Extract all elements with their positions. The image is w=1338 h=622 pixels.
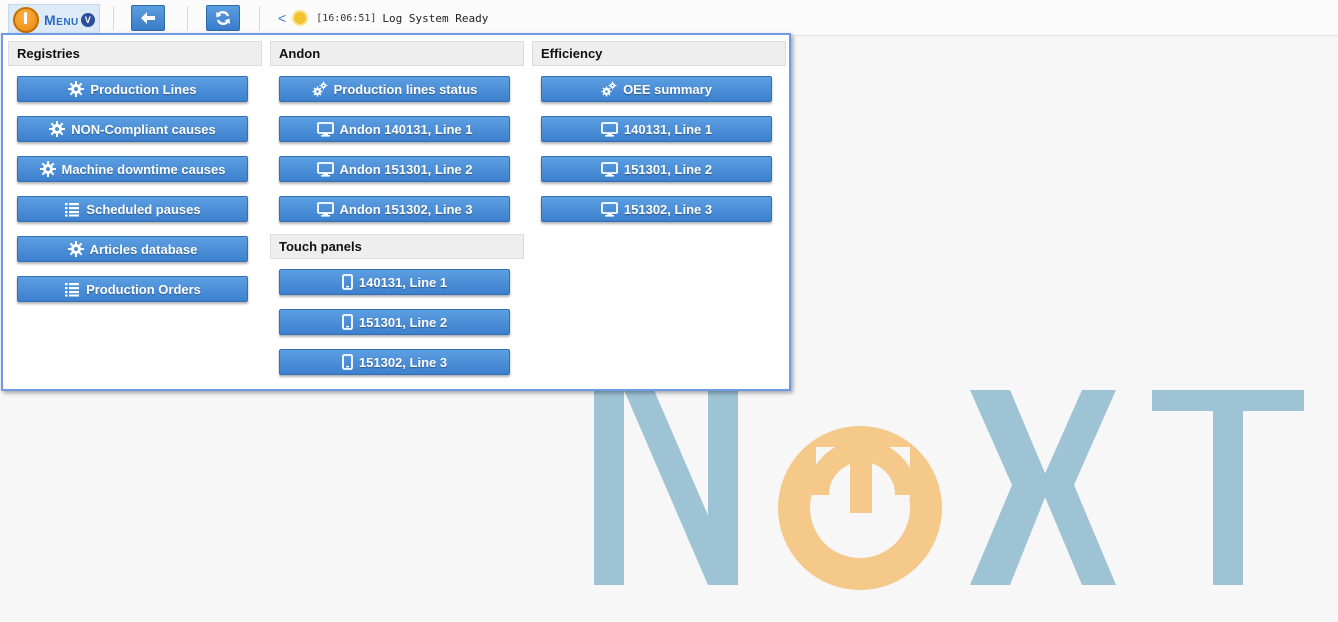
registries-button-production-lines[interactable]: Production Lines <box>17 76 248 102</box>
toolbar-separator <box>259 6 260 30</box>
button-label: Machine downtime causes <box>61 161 226 177</box>
efficiency-button-140131-line-1[interactable]: 140131, Line 1 <box>541 116 772 142</box>
andon-button-andon-151302-line-3[interactable]: Andon 151302, Line 3 <box>279 196 510 222</box>
gears-icon <box>312 81 328 97</box>
arrow-left-icon <box>141 12 155 24</box>
touch-panels-button-140131-line-1[interactable]: 140131, Line 1 <box>279 269 510 295</box>
andon-section: Andon Production lines status Andon 14013… <box>270 41 524 375</box>
list-icon <box>64 281 80 297</box>
button-label: 151302, Line 3 <box>623 201 713 217</box>
efficiency-button-151301-line-2[interactable]: 151301, Line 2 <box>541 156 772 182</box>
button-label: 151301, Line 2 <box>358 314 448 330</box>
monitor-icon <box>316 161 334 177</box>
andon-button-production-lines-status[interactable]: Production lines status <box>279 76 510 102</box>
button-label: 140131, Line 1 <box>358 274 448 290</box>
monitor-icon <box>601 121 618 137</box>
next-logo <box>594 390 1304 590</box>
gear-icon <box>39 161 56 177</box>
list-icon <box>64 201 80 217</box>
button-label: 151301, Line 2 <box>623 161 713 177</box>
gear-icon <box>49 121 66 137</box>
touch-panels-button-151302-line-3[interactable]: 151302, Line 3 <box>279 349 510 375</box>
menu-label: Menu <box>44 11 79 28</box>
main-menu-panel: Registries Production Lines NON-Compliant… <box>1 33 791 391</box>
app-logo-icon <box>13 6 39 33</box>
gear-icon <box>68 81 85 97</box>
efficiency-list: OEE summary 140131, Line 1 151301, Line 2 1… <box>532 76 786 222</box>
touch-panels-list: 140131, Line 1 151301, Line 2 151302, Line… <box>270 269 524 375</box>
button-label: 151302, Line 3 <box>358 354 448 370</box>
log-back-link[interactable]: < <box>278 10 286 26</box>
button-label: Articles database <box>89 241 198 257</box>
andon-button-andon-151301-line-2[interactable]: Andon 151301, Line 2 <box>279 156 510 182</box>
registries-button-scheduled-pauses[interactable]: Scheduled pauses <box>17 196 248 222</box>
button-label: Andon 151302, Line 3 <box>339 201 473 217</box>
button-label: Scheduled pauses <box>86 201 201 217</box>
mobile-icon <box>342 354 353 370</box>
monitor-icon <box>601 161 618 177</box>
touch-panels-button-151301-line-2[interactable]: 151301, Line 2 <box>279 309 510 335</box>
gears-icon <box>601 81 617 97</box>
section-title-efficiency: Efficiency <box>532 41 786 66</box>
button-label: Production Lines <box>90 81 197 97</box>
mobile-icon <box>342 274 353 290</box>
mobile-icon <box>342 314 353 330</box>
gear-icon <box>67 241 84 257</box>
menu-button[interactable]: Menu V <box>8 4 100 34</box>
button-label: NON-Compliant causes <box>71 121 216 137</box>
monitor-icon <box>316 121 334 137</box>
sun-icon <box>294 12 307 24</box>
registries-button-machine-downtime-causes[interactable]: Machine downtime causes <box>17 156 248 182</box>
efficiency-button-oee-summary[interactable]: OEE summary <box>541 76 772 102</box>
toolbar-separator <box>113 6 114 30</box>
button-label: Andon 140131, Line 1 <box>339 121 473 137</box>
refresh-icon <box>216 11 230 25</box>
back-button[interactable] <box>131 5 165 31</box>
registries-button-articles-database[interactable]: Articles database <box>17 236 248 262</box>
section-title-andon: Andon <box>270 41 524 66</box>
andon-list: Production lines status Andon 140131, Lin… <box>270 76 524 222</box>
button-label: Andon 151301, Line 2 <box>339 161 473 177</box>
log-message: Log System Ready <box>382 11 489 25</box>
button-label: Production Orders <box>86 281 201 297</box>
monitor-icon <box>316 201 334 217</box>
button-label: Production lines status <box>333 81 478 97</box>
registries-list: Production Lines NON-Compliant causes Mach… <box>8 76 262 302</box>
section-title-registries: Registries <box>8 41 262 66</box>
registries-button-non-compliant-causes[interactable]: NON-Compliant causes <box>17 116 248 142</box>
section-title-touch-panels: Touch panels <box>270 234 524 259</box>
efficiency-section: Efficiency OEE summary 140131, Line 1 1513… <box>532 41 786 222</box>
button-label: 140131, Line 1 <box>623 121 713 137</box>
efficiency-button-151302-line-3[interactable]: 151302, Line 3 <box>541 196 772 222</box>
andon-button-andon-140131-line-1[interactable]: Andon 140131, Line 1 <box>279 116 510 142</box>
log-timestamp: [16:06:51] <box>316 12 377 24</box>
refresh-button[interactable] <box>206 5 240 31</box>
log-status: < [16:06:51] Log System Ready <box>278 10 488 26</box>
top-toolbar: Menu V < [16:06:51] Log System Ready <box>0 0 1338 36</box>
monitor-icon <box>601 201 618 217</box>
registries-section: Registries Production Lines NON-Compliant… <box>8 41 262 302</box>
button-label: OEE summary <box>623 81 712 97</box>
chevron-down-icon: V <box>80 12 95 27</box>
registries-button-production-orders[interactable]: Production Orders <box>17 276 248 302</box>
toolbar-separator <box>187 6 188 30</box>
